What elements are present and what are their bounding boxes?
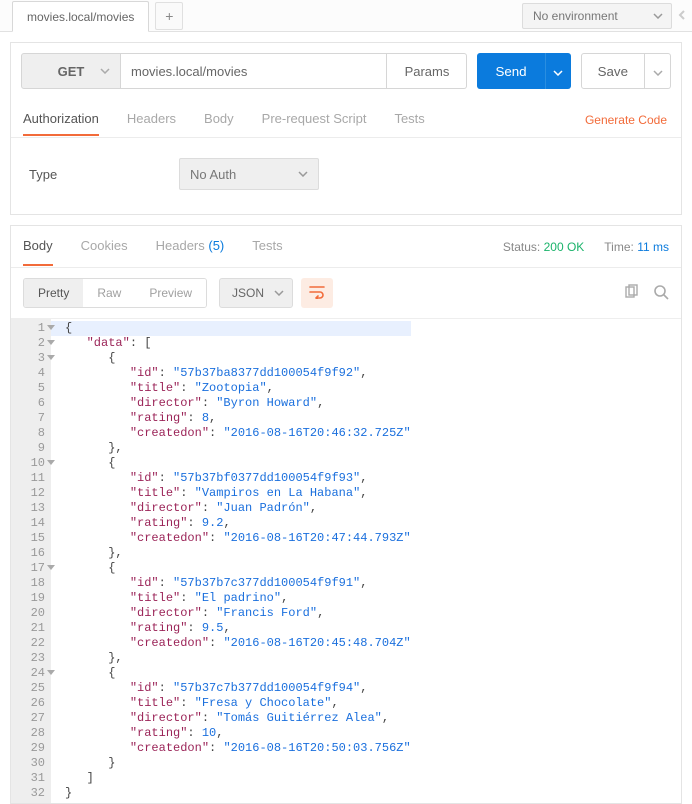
response-tab-cookies[interactable]: Cookies: [81, 227, 128, 266]
time-readout: Time: 11 ms: [604, 240, 669, 254]
response-tab-headers[interactable]: Headers (5): [156, 227, 225, 266]
request-tab[interactable]: movies.local/movies: [12, 1, 149, 32]
language-label: JSON: [232, 286, 264, 300]
plus-icon: +: [165, 8, 173, 24]
status-value: 200 OK: [544, 240, 585, 254]
expand-icon[interactable]: [678, 9, 688, 24]
params-button[interactable]: Params: [387, 53, 467, 89]
response-panel: Body Cookies Headers (5) Tests Status: 2…: [10, 225, 682, 804]
params-label: Params: [405, 64, 450, 79]
wrap-lines-button[interactable]: [301, 278, 333, 308]
request-panel: GET Params Send Save: [10, 42, 682, 215]
status-readout: Status: 200 OK: [503, 240, 584, 254]
save-label: Save: [598, 64, 628, 79]
generate-code-link[interactable]: Generate Code: [585, 113, 669, 127]
time-value: 11 ms: [637, 240, 669, 254]
http-method-label: GET: [58, 64, 85, 79]
tab-prerequest[interactable]: Pre-request Script: [262, 103, 367, 136]
response-body-viewer[interactable]: 1234567891011121314151617181920212223242…: [11, 318, 681, 803]
top-tab-strip: movies.local/movies + No environment: [0, 0, 692, 32]
send-dropdown[interactable]: [545, 53, 571, 89]
request-url-input[interactable]: [121, 53, 387, 89]
send-button[interactable]: Send: [477, 53, 544, 89]
line-number-gutter: 1234567891011121314151617181920212223242…: [11, 319, 51, 803]
tab-headers[interactable]: Headers: [127, 103, 176, 136]
environment-dropdown[interactable]: No environment: [522, 3, 672, 29]
tab-authorization[interactable]: Authorization: [23, 103, 99, 136]
chevron-down-icon: [298, 171, 308, 177]
auth-type-value: No Auth: [190, 167, 236, 182]
chevron-down-icon: [274, 290, 284, 296]
tab-tests[interactable]: Tests: [394, 103, 424, 136]
new-tab-button[interactable]: +: [155, 2, 183, 30]
save-dropdown[interactable]: [645, 53, 671, 89]
viewmode-raw[interactable]: Raw: [83, 279, 135, 307]
auth-type-label: Type: [29, 167, 179, 182]
chevron-down-icon: [653, 64, 663, 79]
http-method-dropdown[interactable]: GET: [21, 53, 121, 89]
copy-icon[interactable]: [623, 284, 639, 303]
language-dropdown[interactable]: JSON: [219, 278, 293, 308]
headers-count: (5): [208, 238, 224, 253]
viewmode-pretty[interactable]: Pretty: [24, 279, 83, 307]
auth-type-dropdown[interactable]: No Auth: [179, 158, 319, 190]
response-tab-tests[interactable]: Tests: [252, 227, 282, 266]
chevron-down-icon: [100, 68, 110, 74]
environment-label: No environment: [533, 9, 618, 23]
send-label: Send: [495, 64, 526, 79]
response-json-content: { "data": [ { "id": "57b37ba8377dd100054…: [51, 319, 411, 803]
request-tab-title: movies.local/movies: [27, 10, 134, 24]
viewmode-toggle: Pretty Raw Preview: [23, 278, 207, 308]
chevron-down-icon: [553, 64, 563, 79]
viewmode-preview[interactable]: Preview: [135, 279, 206, 307]
wrap-icon: [309, 285, 325, 302]
save-button[interactable]: Save: [581, 53, 645, 89]
tab-body[interactable]: Body: [204, 103, 234, 136]
chevron-down-icon: [653, 13, 663, 19]
response-tab-body[interactable]: Body: [23, 227, 53, 266]
search-icon[interactable]: [653, 284, 669, 303]
